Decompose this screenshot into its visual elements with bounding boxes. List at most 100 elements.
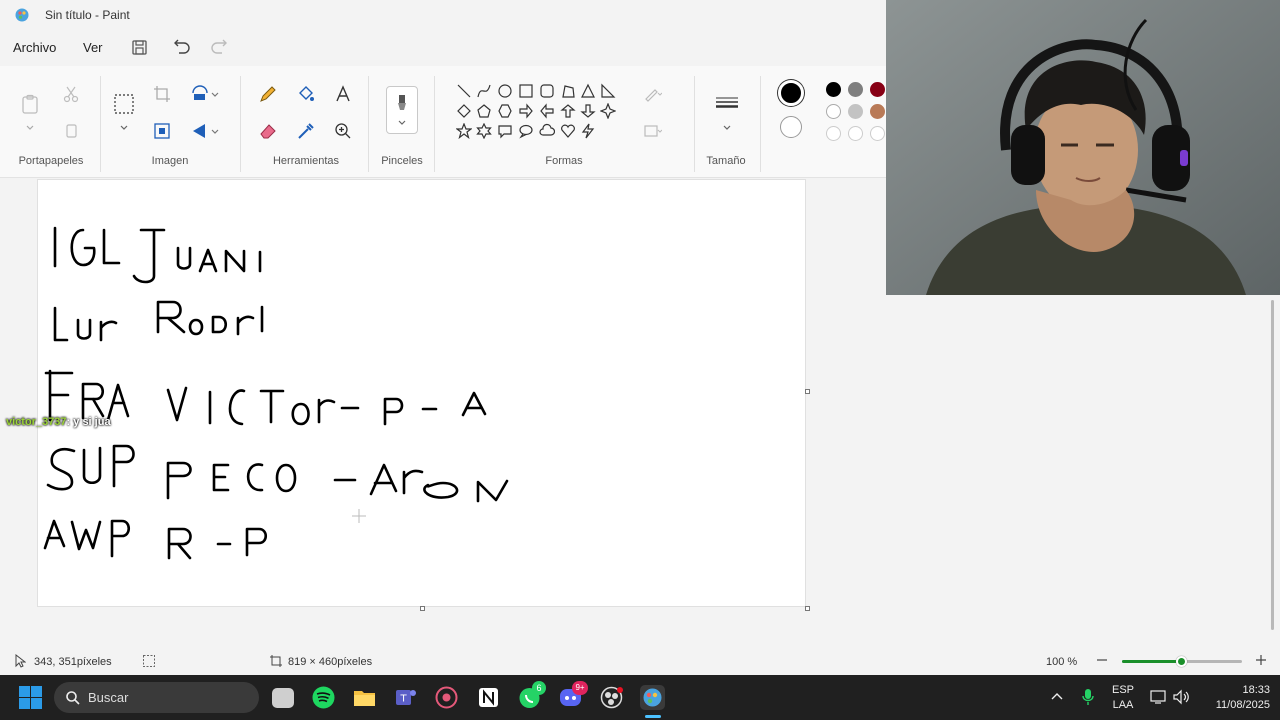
- menu-bar: Archivo Ver: [0, 32, 886, 64]
- paste-dropdown-chevron-icon[interactable]: [20, 118, 40, 138]
- text-icon[interactable]: [333, 84, 353, 104]
- palette-swatch[interactable]: [848, 126, 863, 141]
- cut-icon[interactable]: [61, 84, 81, 104]
- triangle-shape-icon[interactable]: [580, 83, 596, 99]
- primary-color[interactable]: [778, 80, 804, 106]
- fill-icon[interactable]: [642, 121, 662, 141]
- rect-callout-shape-icon[interactable]: [497, 123, 513, 139]
- cloud-callout-shape-icon[interactable]: [539, 123, 555, 139]
- active-app-indicator: [645, 715, 661, 718]
- eraser-icon[interactable]: [258, 121, 278, 141]
- palette-swatch[interactable]: [870, 104, 885, 119]
- canvas-resize-handle-bottom[interactable]: [420, 606, 425, 611]
- volume-icon[interactable]: [1172, 689, 1190, 710]
- diamond-shape-icon[interactable]: [456, 103, 472, 119]
- pentagon-shape-icon[interactable]: [476, 103, 492, 119]
- paint-taskbar-icon[interactable]: [640, 685, 665, 710]
- undo-icon[interactable]: [172, 38, 192, 58]
- tray-overflow-chevron-icon[interactable]: [1050, 690, 1064, 709]
- palette-swatch[interactable]: [826, 126, 841, 141]
- curve-shape-icon[interactable]: [476, 83, 492, 99]
- file-explorer-icon[interactable]: [352, 685, 377, 710]
- canvas-resize-handle-corner[interactable]: [805, 606, 810, 611]
- spotify-icon[interactable]: [311, 685, 336, 710]
- task-view-icon[interactable]: [272, 688, 294, 708]
- keyboard-layout[interactable]: LAA: [1110, 699, 1136, 711]
- magnifier-icon[interactable]: [333, 121, 353, 141]
- rotate-dropdown-chevron-icon[interactable]: [209, 84, 221, 104]
- app-icon-pink[interactable]: [434, 685, 459, 710]
- lightning-shape-icon[interactable]: [580, 123, 596, 139]
- palette-swatch[interactable]: [826, 104, 841, 119]
- streamer-webcam-image: [886, 0, 1280, 295]
- palette-swatch[interactable]: [870, 126, 885, 141]
- handwritten-roster: [43, 226, 509, 560]
- save-icon[interactable]: [130, 38, 150, 58]
- notion-icon[interactable]: [476, 685, 501, 710]
- palette-swatch[interactable]: [826, 82, 841, 97]
- zoom-slider[interactable]: [1122, 656, 1242, 667]
- drawing-canvas[interactable]: [37, 179, 810, 611]
- windows-start-icon[interactable]: [18, 685, 43, 710]
- network-icon[interactable]: [1150, 689, 1166, 710]
- microphone-icon[interactable]: [1081, 688, 1095, 711]
- rounded-rectangle-shape-icon[interactable]: [539, 83, 555, 99]
- discord-badge: 9+: [572, 681, 588, 695]
- language-code[interactable]: ESP: [1110, 684, 1136, 696]
- oval-callout-shape-icon[interactable]: [518, 123, 534, 139]
- group-label-tools: Herramientas: [272, 155, 340, 167]
- clock-date[interactable]: 11/08/2025: [1200, 699, 1270, 711]
- redo-icon[interactable]: [209, 38, 229, 58]
- taskbar-search[interactable]: Buscar: [54, 682, 259, 713]
- select-dropdown-chevron-icon[interactable]: [114, 118, 134, 138]
- zoom-in-icon[interactable]: [1255, 654, 1267, 669]
- fill-bucket-icon[interactable]: [296, 84, 316, 104]
- resize-icon[interactable]: [152, 121, 172, 141]
- color-picker-icon[interactable]: [296, 121, 316, 141]
- flip-dropdown-chevron-icon[interactable]: [209, 121, 221, 141]
- menu-view[interactable]: Ver: [83, 40, 103, 55]
- five-point-star-shape-icon[interactable]: [456, 123, 472, 139]
- paint-app-icon: [14, 7, 30, 23]
- window-title: Sin título - Paint: [45, 8, 130, 22]
- crop-icon[interactable]: [152, 84, 172, 104]
- canvas-resize-handle-right[interactable]: [805, 389, 810, 394]
- right-arrow-shape-icon[interactable]: [518, 103, 534, 119]
- heart-shape-icon[interactable]: [560, 123, 576, 139]
- outline-icon[interactable]: [642, 84, 662, 104]
- left-arrow-shape-icon[interactable]: [539, 103, 555, 119]
- brushes-button[interactable]: [386, 86, 418, 134]
- hexagon-shape-icon[interactable]: [497, 103, 513, 119]
- size-dropdown-chevron-icon[interactable]: [717, 118, 737, 138]
- obs-icon[interactable]: [599, 685, 624, 710]
- rotate-icon[interactable]: [190, 84, 210, 104]
- vertical-scrollbar[interactable]: [1271, 300, 1274, 630]
- palette-swatch[interactable]: [848, 82, 863, 97]
- zoom-level[interactable]: 100 %: [1046, 656, 1077, 668]
- six-point-star-shape-icon[interactable]: [476, 123, 492, 139]
- clock-time[interactable]: 18:33: [1200, 684, 1270, 696]
- rectangle-shape-icon[interactable]: [518, 83, 534, 99]
- palette-swatch[interactable]: [848, 104, 863, 119]
- select-icon[interactable]: [114, 94, 134, 114]
- paste-icon[interactable]: [20, 94, 40, 114]
- secondary-color[interactable]: [780, 116, 802, 138]
- zoom-out-icon[interactable]: [1096, 654, 1108, 669]
- menu-file[interactable]: Archivo: [13, 40, 56, 55]
- flip-icon[interactable]: [190, 121, 210, 141]
- line-size-icon[interactable]: [715, 94, 739, 114]
- palette-swatch[interactable]: [870, 82, 885, 97]
- down-arrow-shape-icon[interactable]: [580, 103, 596, 119]
- pencil-icon[interactable]: [258, 84, 278, 104]
- zoom-slider-knob[interactable]: [1176, 656, 1187, 667]
- up-arrow-shape-icon[interactable]: [560, 103, 576, 119]
- oval-shape-icon[interactable]: [497, 83, 513, 99]
- group-label-size: Tamaño: [706, 155, 746, 167]
- four-point-star-shape-icon[interactable]: [600, 103, 616, 119]
- line-shape-icon[interactable]: [456, 83, 472, 99]
- copy-icon[interactable]: [61, 121, 81, 141]
- polygon-shape-icon[interactable]: [560, 83, 576, 99]
- group-label-clipboard: Portapapeles: [18, 155, 84, 167]
- right-triangle-shape-icon[interactable]: [600, 83, 616, 99]
- teams-icon[interactable]: T: [393, 685, 418, 710]
